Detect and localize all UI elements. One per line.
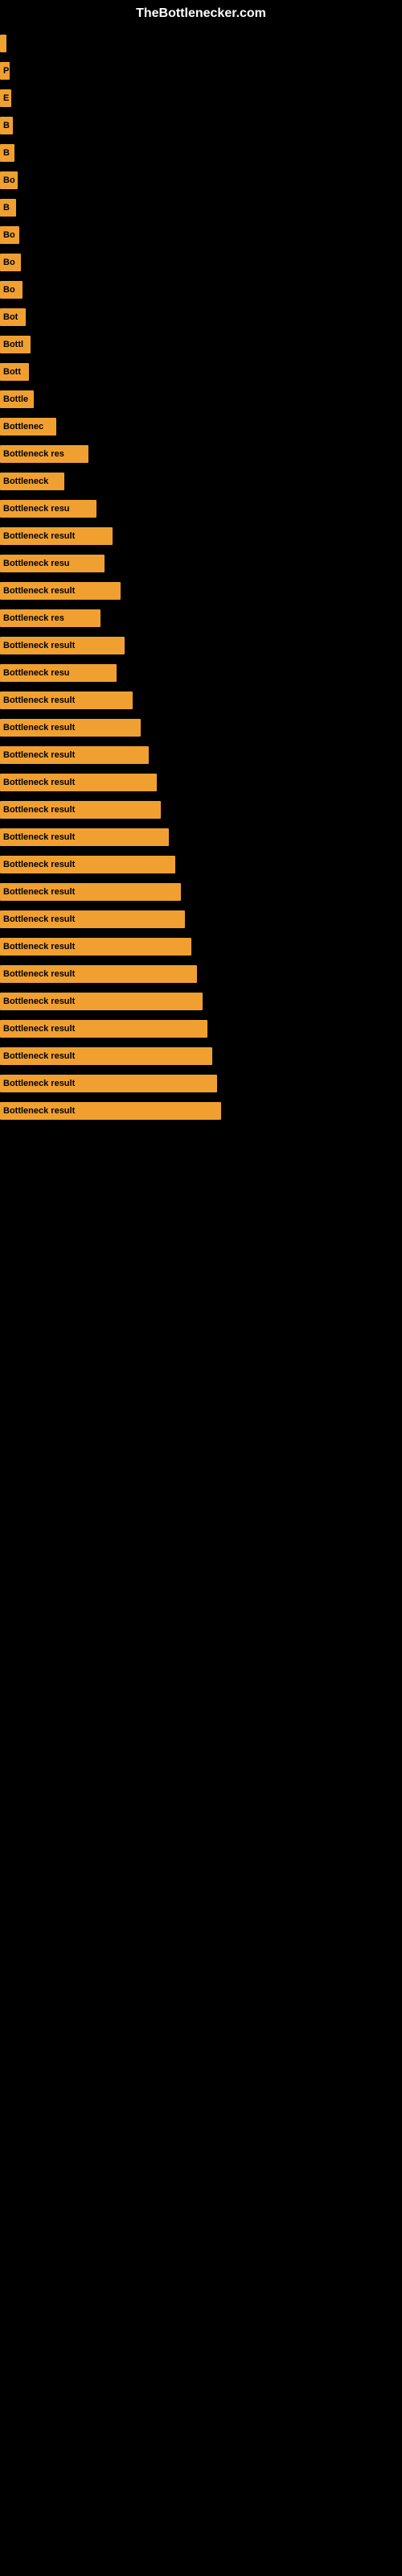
bar-item: Bo (0, 281, 23, 299)
bar-row: Bottleneck res (0, 443, 402, 465)
bar-row: P (0, 60, 402, 82)
bar-row: Bottleneck result (0, 689, 402, 712)
bar-item: Bottleneck result (0, 993, 203, 1010)
bar-item: Bottleneck result (0, 801, 161, 819)
bar-row: Bottleneck resu (0, 552, 402, 575)
bar-item: Bot (0, 308, 26, 326)
bar-item: Bottleneck result (0, 746, 149, 764)
bar-item: Bottle (0, 390, 34, 408)
bar-row: Bottleneck result (0, 1100, 402, 1122)
bar-row: Bottl (0, 333, 402, 356)
bar-row: Bottleneck result (0, 634, 402, 657)
bar-item: Bottleneck result (0, 719, 141, 737)
bar-item: Bottleneck result (0, 527, 113, 545)
bar-item: P (0, 62, 10, 80)
bar-row: B (0, 114, 402, 137)
bar-item: B (0, 117, 13, 134)
bar-row: Bott (0, 361, 402, 383)
bar-item: Bottleneck resu (0, 555, 105, 572)
bar-item: Bottleneck result (0, 965, 197, 983)
bar-item: B (0, 199, 16, 217)
bar-item: Bottleneck res (0, 445, 88, 463)
bar-row: Bo (0, 279, 402, 301)
bar-item: Bottleneck result (0, 938, 191, 956)
bar-item: Bottleneck result (0, 1102, 221, 1120)
bar-item: Bottleneck result (0, 691, 133, 709)
bar-item: Bo (0, 226, 19, 244)
bar-item: Bottleneck result (0, 582, 121, 600)
bar-row: Bottle (0, 388, 402, 411)
bar-item: Bottleneck result (0, 856, 175, 873)
bar-row: Bottleneck res (0, 607, 402, 630)
bar-row: Bottleneck (0, 470, 402, 493)
bar-item: Bottleneck result (0, 774, 157, 791)
bar-row: Bottleneck result (0, 1072, 402, 1095)
bars-container: PEBBBoBBoBoBoBotBottlBottBottleBottlenec… (0, 24, 402, 1127)
bar-row (0, 32, 402, 55)
bar-item: Bottleneck result (0, 883, 181, 901)
bar-row: Bottleneck result (0, 716, 402, 739)
site-title: TheBottlenecker.com (0, 0, 402, 24)
bar-row: Bottleneck result (0, 1018, 402, 1040)
bar-item: E (0, 89, 11, 107)
bar-item: Bottl (0, 336, 31, 353)
bar-item: Bottleneck result (0, 910, 185, 928)
bar-row: Bottleneck result (0, 1045, 402, 1067)
bar-row: Bottleneck resu (0, 662, 402, 684)
bar-item: Bottleneck resu (0, 500, 96, 518)
bar-item: Bottleneck result (0, 1020, 207, 1038)
bar-row: Bo (0, 224, 402, 246)
bar-row: Bottleneck result (0, 744, 402, 766)
bar-row: E (0, 87, 402, 109)
bar-item: Bottleneck resu (0, 664, 117, 682)
bar-item: B (0, 144, 14, 162)
bar-item: Bottleneck res (0, 609, 100, 627)
bar-row: Bottleneck result (0, 990, 402, 1013)
bar-row: Bo (0, 169, 402, 192)
bar-row: Bottleneck result (0, 908, 402, 931)
bar-item (0, 35, 6, 52)
bar-row: Bottlenec (0, 415, 402, 438)
bar-item: Bottleneck (0, 473, 64, 490)
bar-row: Bottleneck resu (0, 497, 402, 520)
bar-row: Bot (0, 306, 402, 328)
bar-row: Bo (0, 251, 402, 274)
bar-row: B (0, 142, 402, 164)
bar-row: Bottleneck result (0, 771, 402, 794)
bar-item: Bottleneck result (0, 1047, 212, 1065)
bar-row: B (0, 196, 402, 219)
bar-item: Bottlenec (0, 418, 56, 436)
bar-item: Bo (0, 171, 18, 189)
bar-row: Bottleneck result (0, 853, 402, 876)
bar-row: Bottleneck result (0, 580, 402, 602)
bar-row: Bottleneck result (0, 799, 402, 821)
bar-item: Bott (0, 363, 29, 381)
bar-row: Bottleneck result (0, 935, 402, 958)
bar-row: Bottleneck result (0, 881, 402, 903)
bar-row: Bottleneck result (0, 525, 402, 547)
bar-item: Bo (0, 254, 21, 271)
bar-row: Bottleneck result (0, 963, 402, 985)
bar-item: Bottleneck result (0, 637, 125, 654)
bar-row: Bottleneck result (0, 826, 402, 848)
bar-item: Bottleneck result (0, 1075, 217, 1092)
bar-item: Bottleneck result (0, 828, 169, 846)
